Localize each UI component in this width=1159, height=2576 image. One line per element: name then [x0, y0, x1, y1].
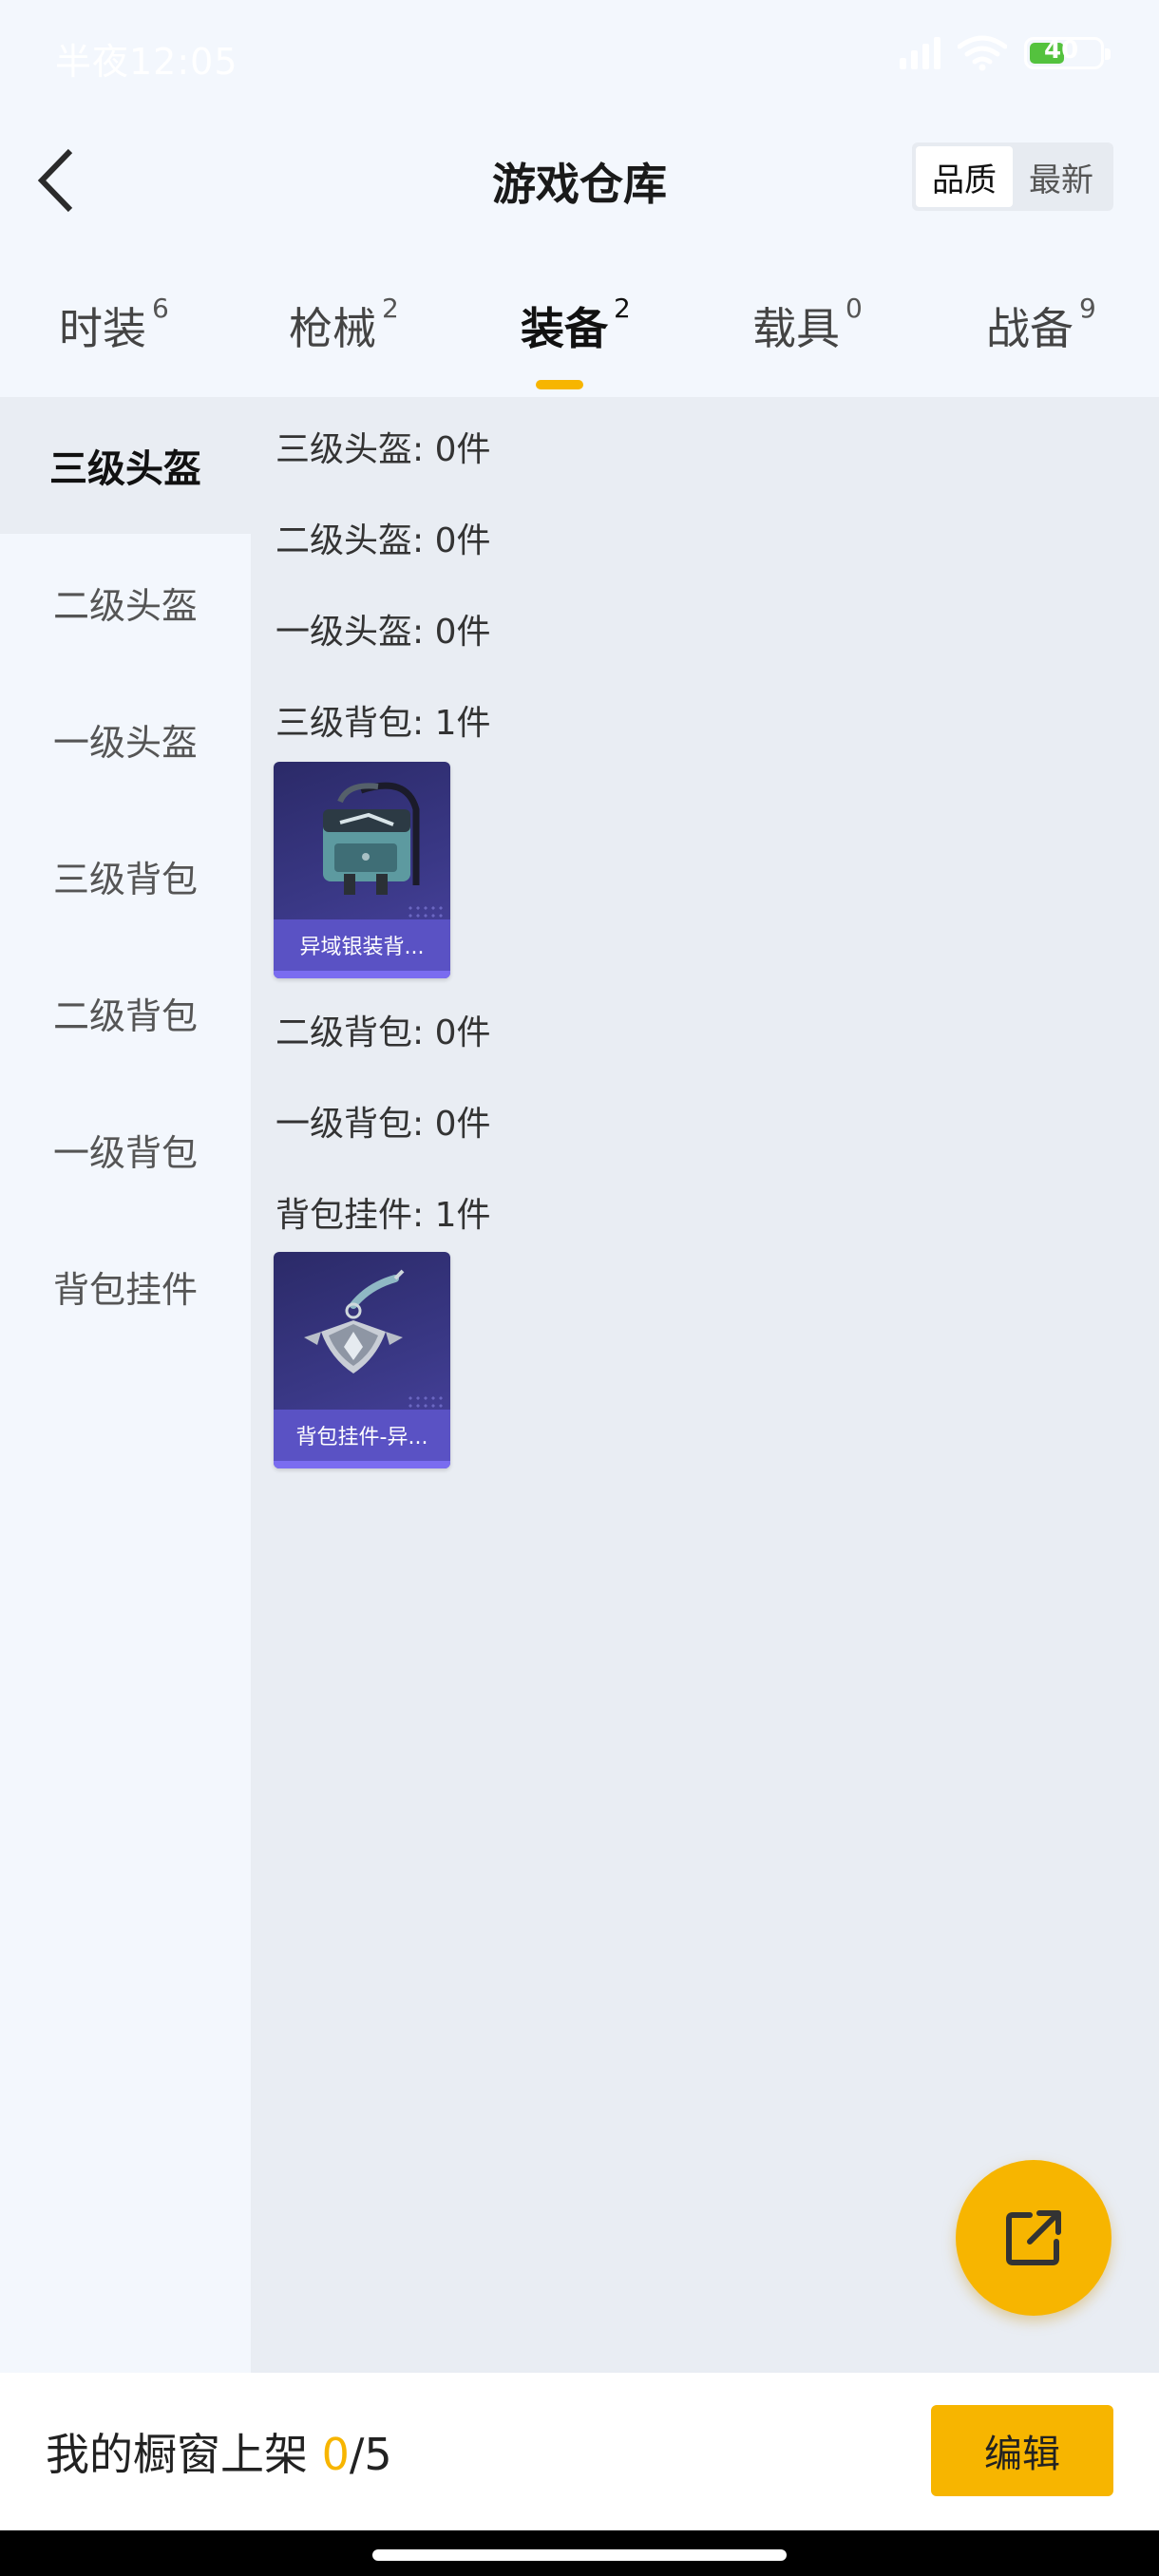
sidebar-item-level2-helmet[interactable]: 二级头盔: [0, 534, 251, 671]
sidebar-item-level3-backpack[interactable]: 三级背包: [0, 807, 251, 944]
header: 游戏仓库 品质 最新: [0, 104, 1159, 256]
sidebar-item-level1-backpack[interactable]: 一级背包: [0, 1081, 251, 1218]
tab-label: 枪械: [289, 303, 376, 354]
item-name: 异域银装背...: [274, 919, 450, 971]
share-button[interactable]: [956, 2160, 1112, 2316]
sort-by-newest[interactable]: 最新: [1013, 146, 1110, 207]
status-icons: 40: [900, 34, 1111, 72]
tab-count: 2: [614, 293, 631, 324]
sidebar-item-backpack-pendant[interactable]: 背包挂件: [0, 1218, 251, 1354]
showcase-label: 我的橱窗上架: [46, 2429, 322, 2480]
group-title: 二级背包: 0件: [276, 1013, 491, 1052]
navigation-bar: [0, 2530, 1159, 2576]
tab-equipment[interactable]: 装备 2: [521, 293, 631, 389]
tab-vehicles[interactable]: 载具 0: [752, 293, 863, 389]
bottom-bar: 我的橱窗上架 0/5 编辑: [0, 2373, 1159, 2530]
group-title: 三级头盔: 0件: [276, 430, 491, 469]
tab-count: 9: [1079, 293, 1096, 324]
item-card-backpack[interactable]: 异域银装背...: [274, 762, 450, 978]
tab-label: 装备: [521, 303, 608, 354]
category-sidebar: 三级头盔 二级头盔 一级头盔 三级背包 二级背包 一级背包 背包挂件: [0, 397, 251, 2373]
tab-label: 战备: [986, 303, 1074, 354]
sort-by-quality[interactable]: 品质: [916, 146, 1013, 207]
battery-icon: 40: [1024, 36, 1111, 69]
group-title: 一级头盔: 0件: [276, 613, 491, 652]
pendant-icon: [304, 1269, 405, 1373]
group-title: 三级背包: 1件: [276, 704, 491, 743]
wifi-icon: [958, 35, 1007, 71]
item-list: 三级头盔: 0件 二级头盔: 0件 一级头盔: 0件 三级背包: 1件 异域银装…: [251, 397, 1159, 2373]
sidebar-item-level1-helmet[interactable]: 一级头盔: [0, 671, 251, 807]
showcase-status: 我的橱窗上架 0/5: [46, 2420, 392, 2483]
showcase-current-count: 0: [321, 2429, 350, 2480]
tab-fashion[interactable]: 时装 6: [59, 293, 169, 389]
tab-label: 时装: [59, 303, 146, 354]
active-tab-indicator: [535, 380, 583, 389]
backpack-icon: [323, 782, 420, 895]
status-time: 半夜12:05: [55, 41, 238, 83]
tab-label: 载具: [752, 303, 840, 354]
tab-count: 2: [382, 293, 399, 324]
item-card-pendant[interactable]: 背包挂件-异...: [274, 1252, 450, 1468]
group-title: 一级背包: 0件: [276, 1105, 491, 1144]
tab-count: 6: [152, 293, 169, 324]
edit-button[interactable]: 编辑: [931, 2405, 1113, 2496]
rarity-bar: [274, 971, 450, 978]
group-title: 二级头盔: 0件: [276, 521, 491, 560]
tab-guns[interactable]: 枪械 2: [289, 293, 399, 389]
status-bar: 半夜12:05 40: [0, 0, 1159, 104]
battery-level: 40: [1044, 36, 1079, 65]
share-external-icon: [1006, 2210, 1061, 2265]
rarity-bar: [274, 1461, 450, 1468]
category-tabs: 时装 6 枪械 2 装备 2 载具 0 战备 9: [0, 275, 1159, 399]
sidebar-item-level3-helmet[interactable]: 三级头盔: [0, 397, 251, 534]
signal-icon: [900, 37, 940, 69]
tab-count: 0: [846, 293, 863, 324]
tab-supplies[interactable]: 战备 9: [986, 293, 1096, 389]
item-name: 背包挂件-异...: [274, 1410, 450, 1461]
showcase-total-count: /5: [349, 2429, 392, 2480]
group-title: 背包挂件: 1件: [276, 1196, 491, 1235]
sort-toggle: 品质 最新: [912, 142, 1113, 211]
sidebar-item-level2-backpack[interactable]: 二级背包: [0, 944, 251, 1081]
home-indicator[interactable]: [372, 2549, 787, 2561]
